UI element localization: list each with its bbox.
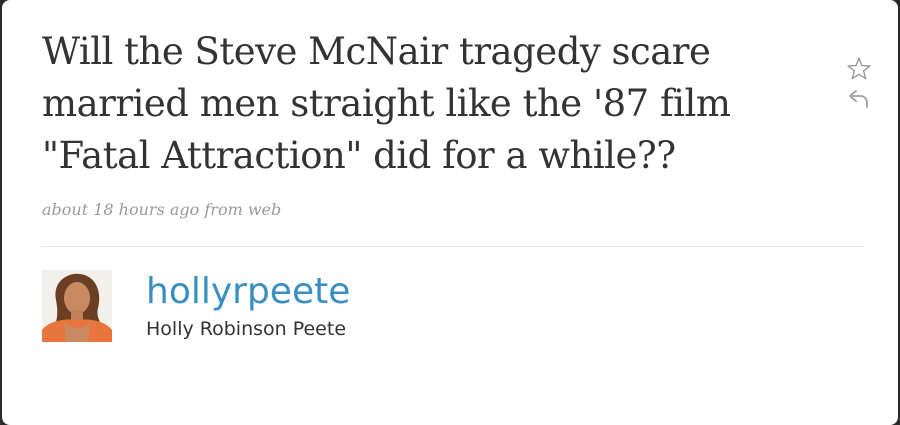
tweet-meta: about 18 hours ago from web <box>42 200 281 219</box>
favorite-star-icon[interactable] <box>846 56 872 82</box>
avatar[interactable] <box>42 270 112 342</box>
source-prefix: from <box>199 200 248 219</box>
timestamp-link[interactable]: about 18 hours ago <box>42 200 199 219</box>
avatar-portrait-icon <box>42 270 112 342</box>
tweet-actions <box>846 56 872 116</box>
tweet-text: Will the Steve McNair tragedy scare marr… <box>42 30 731 177</box>
user-full-name: Holly Robinson Peete <box>146 318 347 340</box>
user-handle-link[interactable]: hollyrpeete <box>146 270 350 314</box>
source-link[interactable]: web <box>248 200 281 219</box>
tweet-card: Will the Steve McNair tragedy scare marr… <box>2 0 898 425</box>
reply-icon[interactable] <box>846 86 872 112</box>
divider <box>42 246 864 247</box>
